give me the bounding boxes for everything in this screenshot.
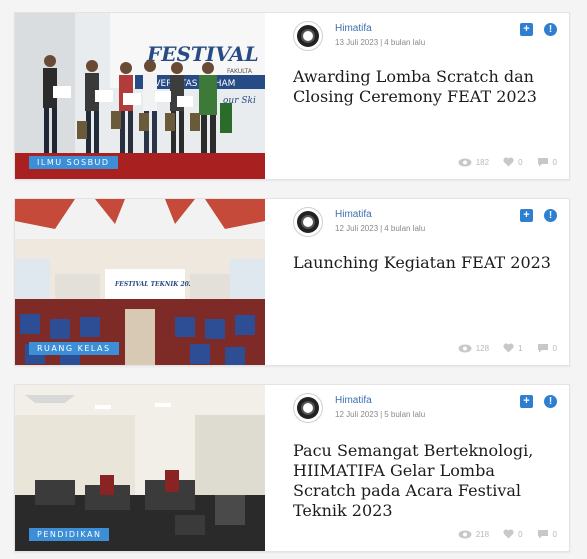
avatar[interactable] bbox=[293, 393, 323, 423]
post-card[interactable]: PENDIDIKAN Himatifa 12 Juli 2023 | 5 bulan… bbox=[14, 384, 570, 552]
svg-text:NIVERSITAS MUHAM: NIVERSITAS MUHAM bbox=[145, 79, 235, 89]
heart-icon bbox=[503, 157, 514, 167]
comments-stat[interactable]: 0 bbox=[537, 157, 557, 167]
plus-icon[interactable]: + bbox=[520, 23, 533, 36]
post-stats: 128 1 0 bbox=[450, 343, 557, 353]
comments-count: 0 bbox=[552, 343, 557, 353]
likes-count: 1 bbox=[518, 343, 523, 353]
post-stats: 182 0 0 bbox=[450, 157, 557, 167]
post-body: Himatifa 12 Juli 2023 | 5 bulan lalu + ! P… bbox=[279, 385, 569, 551]
alert-icon[interactable]: ! bbox=[544, 209, 557, 222]
thumbnail-image: FESTIVAL TE FAKULTA NIVERSITAS MUHAM our… bbox=[15, 13, 265, 179]
avatar[interactable] bbox=[293, 207, 323, 237]
post-time-ago: 4 bulan lalu bbox=[384, 224, 426, 233]
heart-icon bbox=[503, 343, 514, 353]
heart-icon bbox=[503, 529, 514, 539]
post-meta: 13 Juli 2023 | 4 bulan lalu bbox=[335, 38, 426, 47]
views-count: 128 bbox=[475, 343, 490, 353]
views-count: 218 bbox=[475, 529, 490, 539]
post-thumbnail[interactable]: PENDIDIKAN bbox=[15, 385, 265, 551]
views-stat: 128 bbox=[458, 344, 489, 353]
post-thumbnail[interactable]: FESTIVAL TE FAKULTA NIVERSITAS MUHAM our… bbox=[15, 13, 265, 179]
post-stats: 218 0 0 bbox=[450, 529, 557, 539]
eye-icon bbox=[458, 158, 472, 166]
post-card[interactable]: FESTIVAL TEKNIK 2023 RUANG KELAS Himatif… bbox=[14, 198, 570, 366]
category-badge[interactable]: RUANG KELAS bbox=[29, 342, 119, 355]
author-name[interactable]: Himatifa bbox=[335, 395, 372, 406]
thumbnail-image: FESTIVAL TEKNIK 2023 bbox=[15, 199, 265, 365]
author-name[interactable]: Himatifa bbox=[335, 23, 372, 34]
alert-icon[interactable]: ! bbox=[544, 23, 557, 36]
post-title[interactable]: Launching Kegiatan FEAT 2023 bbox=[293, 253, 555, 273]
views-count: 182 bbox=[475, 157, 490, 167]
svg-text:FESTIVAL TEKNIK 2023: FESTIVAL TEKNIK 2023 bbox=[114, 281, 197, 288]
post-body: Himatifa 12 Juli 2023 | 4 bulan lalu + ! L… bbox=[279, 199, 569, 365]
eye-icon bbox=[458, 530, 472, 538]
category-badge[interactable]: PENDIDIKAN bbox=[29, 528, 110, 541]
post-thumbnail[interactable]: FESTIVAL TEKNIK 2023 RUANG KELAS bbox=[15, 199, 265, 365]
post-date: 12 Juli 2023 bbox=[335, 224, 379, 233]
comment-icon bbox=[537, 344, 548, 353]
likes-stat[interactable]: 0 bbox=[503, 157, 523, 167]
post-date: 13 Juli 2023 bbox=[335, 38, 379, 47]
post-date: 12 Juli 2023 bbox=[335, 410, 379, 419]
likes-stat[interactable]: 0 bbox=[503, 529, 523, 539]
svg-text:FESTIVAL TE: FESTIVAL TE bbox=[146, 42, 265, 66]
author-name[interactable]: Himatifa bbox=[335, 209, 372, 220]
thumbnail-image bbox=[15, 385, 265, 551]
likes-stat[interactable]: 1 bbox=[503, 343, 523, 353]
post-time-ago: 4 bulan lalu bbox=[384, 38, 426, 47]
plus-icon[interactable]: + bbox=[520, 395, 533, 408]
comment-icon bbox=[537, 158, 548, 167]
post-card[interactable]: FESTIVAL TE FAKULTA NIVERSITAS MUHAM our… bbox=[14, 12, 570, 180]
svg-text:FAKULTA: FAKULTA bbox=[227, 68, 253, 75]
post-time-ago: 5 bulan lalu bbox=[384, 410, 426, 419]
post-title[interactable]: Pacu Semangat Berteknologi, HIIMATIFA Ge… bbox=[293, 441, 555, 521]
comments-count: 0 bbox=[552, 157, 557, 167]
category-badge[interactable]: ILMU SOSBUD bbox=[29, 156, 118, 169]
alert-icon[interactable]: ! bbox=[544, 395, 557, 408]
post-meta: 12 Juli 2023 | 4 bulan lalu bbox=[335, 224, 426, 233]
post-body: Himatifa 13 Juli 2023 | 4 bulan lalu + ! A… bbox=[279, 13, 569, 179]
comments-count: 0 bbox=[552, 529, 557, 539]
views-stat: 182 bbox=[458, 158, 489, 167]
comments-stat[interactable]: 0 bbox=[537, 529, 557, 539]
post-meta: 12 Juli 2023 | 5 bulan lalu bbox=[335, 410, 426, 419]
comments-stat[interactable]: 0 bbox=[537, 343, 557, 353]
avatar[interactable] bbox=[293, 21, 323, 51]
comment-icon bbox=[537, 530, 548, 539]
plus-icon[interactable]: + bbox=[520, 209, 533, 222]
views-stat: 218 bbox=[458, 530, 489, 539]
post-title[interactable]: Awarding Lomba Scratch dan Closing Cerem… bbox=[293, 67, 555, 107]
likes-count: 0 bbox=[518, 529, 523, 539]
likes-count: 0 bbox=[518, 157, 523, 167]
eye-icon bbox=[458, 344, 472, 352]
